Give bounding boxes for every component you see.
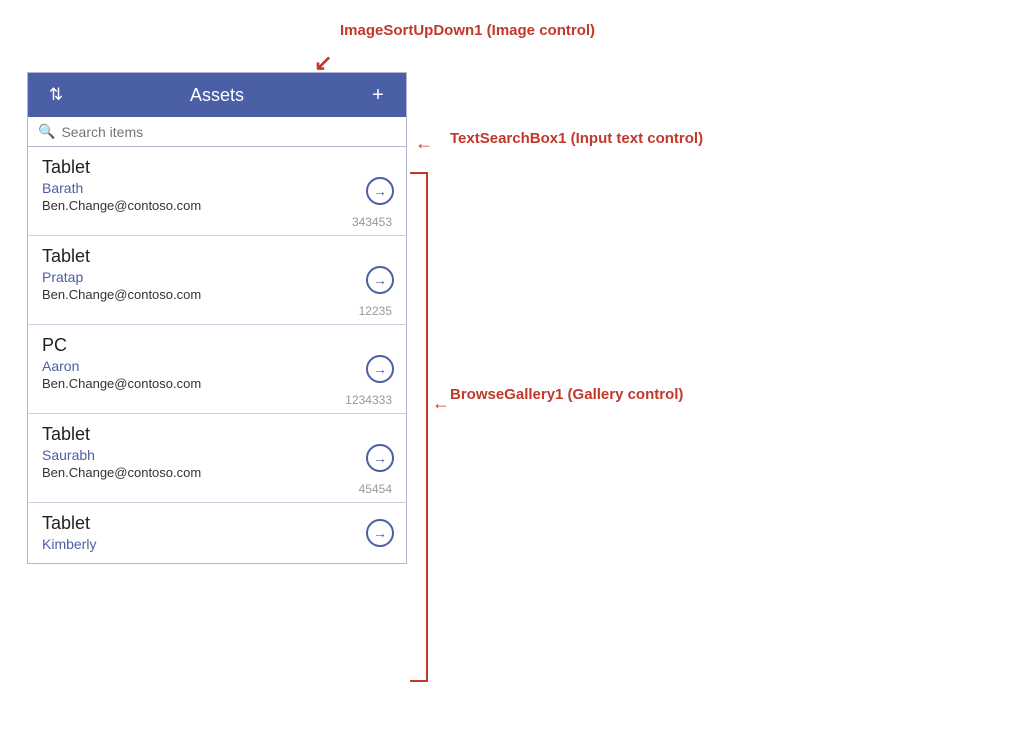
gallery-item: PC Aaron Ben.Change@contoso.com 1234333 … [28,325,406,414]
sort-icon[interactable]: ⇅ [42,81,70,109]
item-title: Tablet [42,424,392,445]
item-title: Tablet [42,246,392,267]
gallery-annotation-arrow: ← [432,393,450,414]
gallery-item: Tablet Saurabh Ben.Change@contoso.com 45… [28,414,406,503]
item-subtitle: Saurabh [42,447,392,463]
item-id: 45454 [42,482,392,496]
item-navigate-button[interactable]: → [366,266,394,294]
search-box: 🔍 [28,117,406,147]
add-icon[interactable]: + [364,81,392,109]
search-input[interactable] [61,124,396,140]
item-navigate-button[interactable]: → [366,355,394,383]
panel-title: Assets [70,85,364,106]
search-annotation-label: TextSearchBox1 (Input text control) [450,130,703,147]
gallery-annotation-label: BrowseGallery1 (Gallery control) [450,386,683,403]
gallery-item: Tablet Barath Ben.Change@contoso.com 343… [28,147,406,236]
sort-annotation-label: ImageSortUpDown1 (Image control) [340,22,595,39]
item-subtitle: Barath [42,180,392,196]
item-id: 1234333 [42,393,392,407]
item-subtitle: Kimberly [42,536,392,552]
item-email: Ben.Change@contoso.com [42,287,392,302]
gallery-item: Tablet Pratap Ben.Change@contoso.com 122… [28,236,406,325]
item-id: 343453 [42,215,392,229]
item-navigate-button[interactable]: → [366,444,394,472]
item-email: Ben.Change@contoso.com [42,465,392,480]
item-navigate-button[interactable]: → [366,177,394,205]
item-id: 12235 [42,304,392,318]
item-subtitle: Aaron [42,358,392,374]
item-email: Ben.Change@contoso.com [42,198,392,213]
panel-header: ⇅ Assets + [28,73,406,117]
assets-panel: ⇅ Assets + 🔍 Tablet Barath Ben.Change@co… [27,72,407,564]
search-icon: 🔍 [38,123,55,140]
item-email: Ben.Change@contoso.com [42,376,392,391]
browse-gallery: Tablet Barath Ben.Change@contoso.com 343… [28,147,406,563]
sort-annotation-arrow: ↙ [314,50,332,76]
item-title: Tablet [42,157,392,178]
item-title: Tablet [42,513,392,534]
item-title: PC [42,335,392,356]
search-annotation-arrow: ← [415,133,433,154]
gallery-bracket [410,172,428,682]
gallery-item: Tablet Kimberly → [28,503,406,563]
item-subtitle: Pratap [42,269,392,285]
item-navigate-button[interactable]: → [366,519,394,547]
